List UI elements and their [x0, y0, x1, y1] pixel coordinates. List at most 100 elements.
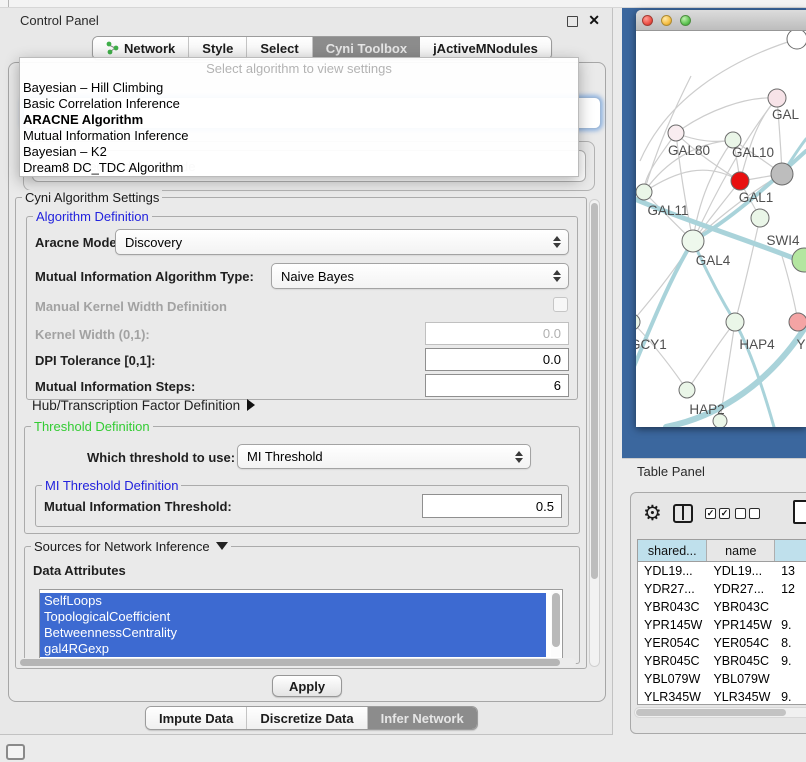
table-cell: YER054C	[707, 634, 775, 652]
column-header[interactable]: name	[707, 540, 775, 561]
algorithm-option[interactable]: Basic Correlation Inference	[20, 96, 578, 112]
table-cell: YBL079W	[707, 670, 775, 688]
node-swi4-label: SWI4	[766, 233, 799, 248]
sources-legend-text: Sources for Network Inference	[34, 539, 210, 554]
aracne-mode-combo[interactable]: Discovery	[115, 229, 569, 255]
node-top-partial[interactable]	[787, 31, 806, 49]
manual-kernel-checkbox[interactable]	[553, 297, 568, 312]
network-window-titlebar[interactable]	[636, 10, 806, 31]
node-green-right[interactable]	[792, 248, 806, 272]
tab-discretize-data[interactable]: Discretize Data	[247, 707, 367, 729]
network-canvas[interactable]: GALGAL80GAL10GAL1GAL11SWI4GAL4GCY1HAP4YH…	[636, 31, 806, 427]
data-attributes-list[interactable]: SelfLoopsTopologicalCoefficientBetweenne…	[39, 589, 563, 659]
manual-kernel-label: Manual Kernel Width Definition	[35, 299, 227, 314]
scrollbar-thumb[interactable]	[591, 203, 598, 579]
node-gcy1[interactable]	[636, 314, 640, 330]
hub-definition-toggle[interactable]: Hub/Transcription Factor Definition	[32, 398, 255, 413]
window-close-icon[interactable]	[642, 15, 653, 26]
table-row[interactable]: YDL19...YDL19...13	[638, 562, 806, 580]
tab-select[interactable]: Select	[247, 37, 312, 59]
tab-label: Select	[260, 41, 298, 56]
tab-jactivemnodules[interactable]: jActiveMNodules	[420, 37, 551, 59]
scrollbar-thumb[interactable]	[20, 659, 560, 666]
scrollbar-thumb[interactable]	[636, 709, 786, 716]
settings-vscrollbar[interactable]	[589, 199, 600, 667]
node-y-partial-label: Y	[796, 337, 805, 352]
attribute-item-selected[interactable]: TopologicalCoefficient	[40, 609, 546, 625]
network-desktop-frame: GALGAL80GAL10GAL1GAL11SWI4GAL4GCY1HAP4YH…	[622, 8, 806, 458]
attributes-scrollbar[interactable]	[551, 591, 561, 657]
column-header[interactable]	[775, 540, 806, 561]
table-row[interactable]: YBR045CYBR045C9.	[638, 652, 806, 670]
tab-cyni-toolbox[interactable]: Cyni Toolbox	[313, 37, 420, 59]
table-row[interactable]: YPR145WYPR145W9.	[638, 616, 806, 634]
select-all-icon[interactable]: ✓✓	[705, 508, 730, 519]
table-cell: YDR27...	[707, 580, 775, 598]
table-row[interactable]: YER054CYER054C8.	[638, 634, 806, 652]
algorithm-option[interactable]: Dream8 DC_TDC Algorithm	[20, 160, 578, 176]
table-row[interactable]: YLR345WYLR345W9.	[638, 688, 806, 705]
node-gal4[interactable]	[682, 230, 704, 252]
tab-label: Style	[202, 41, 233, 56]
node-gal1[interactable]	[731, 172, 749, 190]
window-zoom-icon[interactable]	[680, 15, 691, 26]
gear-icon[interactable]: ⚙	[643, 501, 662, 526]
node-hap2[interactable]	[679, 382, 695, 398]
node-gal11-label: GAL11	[647, 203, 688, 218]
node-gal11[interactable]	[636, 184, 652, 200]
algorithm-option[interactable]: Bayesian – K2	[20, 144, 578, 160]
window-minimize-icon[interactable]	[661, 15, 672, 26]
node-gal10-label: GAL10	[732, 145, 774, 160]
algorithm-option[interactable]: Bayesian – Hill Climbing	[20, 80, 578, 96]
kernel-width-field[interactable]: 0.0	[425, 322, 569, 345]
mi-threshold-field[interactable]: 0.5	[422, 494, 562, 518]
collapsed-panel-icon[interactable]	[6, 744, 25, 760]
apply-button[interactable]: Apply	[272, 675, 342, 697]
column-header[interactable]: shared...	[638, 540, 707, 561]
table-cell	[775, 670, 806, 688]
mi-type-value: Naive Bayes	[281, 269, 354, 284]
which-threshold-combo[interactable]: MI Threshold	[237, 444, 531, 469]
scrollbar-thumb[interactable]	[552, 593, 560, 647]
settings-hscrollbar[interactable]	[20, 658, 576, 667]
aracne-mode-value: Discovery	[125, 235, 182, 250]
mi-type-combo[interactable]: Naive Bayes	[271, 263, 569, 289]
control-panel: Control Panel ✕ NetworkStyleSelectCyni T…	[0, 8, 613, 735]
node-gal7[interactable]	[768, 89, 786, 107]
table-cell: 12	[775, 580, 806, 598]
document-icon[interactable]	[793, 500, 806, 524]
columns-icon[interactable]	[673, 504, 693, 523]
node-gal1-label: GAL1	[739, 190, 774, 205]
table-row[interactable]: YBR043CYBR043C	[638, 598, 806, 616]
tab-network[interactable]: Network	[93, 37, 189, 59]
node-y-partial[interactable]	[789, 313, 806, 331]
attribute-item-selected[interactable]: SelfLoops	[40, 593, 546, 609]
mi-type-label: Mutual Information Algorithm Type:	[35, 269, 254, 284]
attribute-item-selected[interactable]: BetweennessCentrality	[40, 625, 546, 641]
attribute-item-selected[interactable]: gal4RGexp	[40, 641, 546, 657]
table-hscrollbar[interactable]	[634, 707, 806, 718]
table-row[interactable]: YBL079WYBL079W	[638, 670, 806, 688]
data-attributes-label: Data Attributes	[33, 563, 126, 578]
tab-style[interactable]: Style	[189, 37, 247, 59]
network-edge	[676, 98, 777, 133]
collapse-down-icon[interactable]	[216, 542, 228, 550]
table-row[interactable]: YDR27...YDR27...12	[638, 580, 806, 598]
algorithm-definition-group: Algorithm Definition Aracne Mode: Discov…	[26, 216, 578, 400]
tab-infer-network[interactable]: Infer Network	[368, 707, 477, 729]
network-edge	[687, 322, 735, 390]
node-gray[interactable]	[771, 163, 793, 185]
algorithm-option[interactable]: Mutual Information Inference	[20, 128, 578, 144]
node-swi4[interactable]	[751, 209, 769, 227]
cyni-mode-tabbar: Impute DataDiscretize DataInfer Network	[145, 706, 478, 730]
dpi-tolerance-field[interactable]: 0.0	[425, 348, 569, 371]
hub-definition-label: Hub/Transcription Factor Definition	[32, 398, 240, 413]
deselect-all-icon[interactable]	[735, 508, 760, 519]
node-gal80[interactable]	[668, 125, 684, 141]
close-icon[interactable]: ✕	[588, 12, 600, 29]
node-hap4[interactable]	[726, 313, 744, 331]
tab-impute-data[interactable]: Impute Data	[146, 707, 247, 729]
mi-steps-field[interactable]: 6	[425, 374, 569, 397]
float-window-icon[interactable]	[567, 16, 578, 27]
algorithm-option[interactable]: ARACNE Algorithm	[20, 112, 578, 128]
